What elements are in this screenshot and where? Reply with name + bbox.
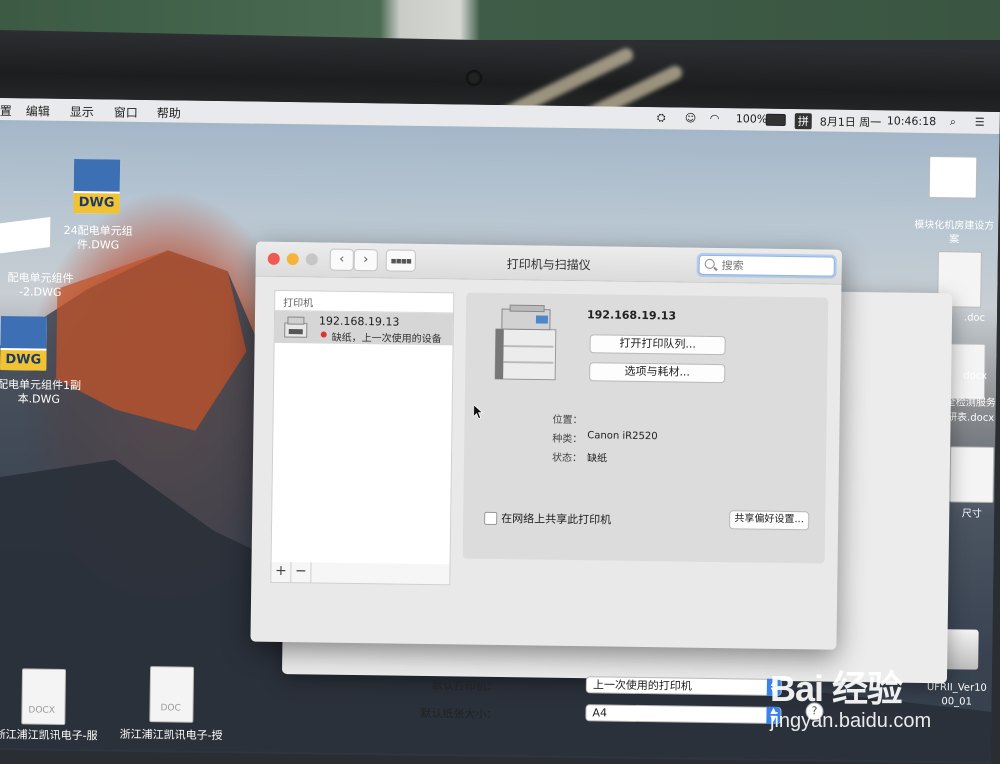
- desktop-file-label[interactable]: 配电单元组件 -2.DWG: [0, 271, 86, 300]
- file-name-line2: -2.DWG: [19, 285, 62, 299]
- menu-clock[interactable]: 10:46:18: [887, 114, 937, 128]
- menu-item-view[interactable]: 显示: [70, 103, 94, 120]
- document-thumbnail-icon[interactable]: [928, 155, 978, 199]
- docx-file-icon[interactable]: DOCX: [21, 668, 67, 725]
- qq-icon[interactable]: ☺: [685, 112, 697, 125]
- printer-list-toolbar: + −: [270, 561, 451, 586]
- location-label: 位置：: [552, 414, 583, 427]
- wifi-icon[interactable]: ◠: [710, 112, 720, 125]
- dwg-file-icon[interactable]: DWG: [73, 159, 121, 214]
- menu-item-window[interactable]: 窗口: [114, 104, 138, 121]
- printer-list[interactable]: 打印机 192.168.19.13 缺纸，上一次使用的设备: [270, 289, 455, 567]
- mouse-cursor: [473, 404, 484, 419]
- search-icon: [704, 258, 715, 269]
- kind-label: 种类：: [552, 433, 583, 446]
- file-thumbnail: [0, 316, 47, 349]
- creative-cloud-icon[interactable]: ⛭: [657, 111, 666, 125]
- watermark-url: jingyan.baidu.com: [770, 710, 932, 732]
- printers-scanners-window: ‹ › ▪▪▪▪ 打印机与扫描仪 打印机 192.168.19.13: [250, 241, 842, 724]
- desktop-file-label[interactable]: docx: [954, 369, 996, 384]
- printer-detail-pane: 192.168.19.13 打开打印队列... 选项与耗材... 位置： 种类：…: [462, 292, 829, 564]
- spotlight-search-icon[interactable]: ⌕: [950, 115, 956, 129]
- desktop-file-label[interactable]: 配电单元组件1副 本.DWG: [0, 378, 86, 407]
- search-field[interactable]: [698, 254, 835, 277]
- file-type-label: DWG: [0, 350, 47, 371]
- desktop-file-label[interactable]: 浙江浦江凯讯电子-服: [0, 728, 101, 744]
- webcam: [466, 70, 482, 86]
- file-name-line1: 配电单元组件1副: [0, 377, 82, 393]
- dwg-file-icon[interactable]: DWG: [0, 316, 47, 371]
- printer-name: 192.168.19.13: [318, 314, 400, 329]
- desktop-file-label[interactable]: 浙江浦江凯讯电子-授: [116, 728, 226, 744]
- menu-date[interactable]: 8月1日 周一: [820, 113, 882, 130]
- open-print-queue-button[interactable]: 打开打印队列...: [589, 334, 726, 356]
- selected-printer-name: 192.168.19.13: [586, 308, 677, 323]
- menu-item-help[interactable]: 帮助: [157, 104, 181, 121]
- file-type-label: DWG: [73, 193, 120, 214]
- sharing-preferences-button[interactable]: 共享偏好设置...: [729, 510, 810, 531]
- file-name-line1: 24配电单元组: [63, 223, 133, 238]
- battery-percent[interactable]: 100%: [736, 112, 768, 125]
- window-titlebar[interactable]: ‹ › ▪▪▪▪ 打印机与扫描仪: [255, 241, 842, 285]
- default-printer-select[interactable]: 上一次使用的打印机 ▲ ▼: [585, 676, 782, 696]
- notification-center-icon[interactable]: ☰: [975, 116, 985, 129]
- default-printer-value: 上一次使用的打印机: [592, 678, 692, 693]
- desktop-file-label[interactable]: 24配电单元组 件.DWG: [50, 224, 146, 253]
- file-thumbnail: [73, 159, 121, 192]
- desktop-file-label[interactable]: 全检测服务: [946, 396, 996, 411]
- printer-list-header: 打印机: [275, 290, 454, 314]
- remove-printer-button[interactable]: −: [291, 562, 312, 583]
- printer-icon: [284, 316, 308, 338]
- file-type-label: DOC: [160, 703, 181, 714]
- default-paper-value: A4: [592, 706, 608, 720]
- file-name-line2: 本.DWG: [17, 392, 61, 406]
- menu-item-edit[interactable]: 编辑: [26, 102, 50, 119]
- doc-file-icon[interactable]: [949, 446, 995, 503]
- search-input[interactable]: [719, 257, 832, 276]
- watermark-logo: Bai 经验: [770, 668, 903, 709]
- file-type-label: DOCX: [28, 705, 55, 716]
- desktop-file-label[interactable]: 尺寸: [949, 507, 994, 522]
- doc-file-icon[interactable]: DOC: [149, 666, 195, 723]
- file-name-line1: 配电单元组件: [7, 271, 74, 286]
- battery-icon[interactable]: [765, 113, 786, 126]
- default-printer-label: 默认打印机：: [431, 679, 498, 694]
- status-dot: [320, 331, 327, 338]
- file-name-line2: 件.DWG: [76, 238, 120, 252]
- input-method-indicator[interactable]: 拼: [794, 113, 812, 130]
- options-supplies-button[interactable]: 选项与耗材...: [589, 362, 726, 384]
- desktop-file-label[interactable]: .doc: [952, 311, 997, 326]
- printer-status: 缺纸，上一次使用的设备: [331, 332, 442, 346]
- printer-large-icon: [494, 304, 557, 381]
- printer-list-item[interactable]: 192.168.19.13 缺纸，上一次使用的设备: [274, 310, 454, 346]
- desktop-file-label[interactable]: 研表.docx: [946, 411, 996, 426]
- default-paper-label: 默认纸张大小：: [420, 706, 498, 722]
- kind-value: Canon iR2520: [587, 430, 658, 443]
- default-paper-select[interactable]: A4 ▲ ▼: [585, 704, 782, 724]
- status-value: 缺纸: [586, 453, 608, 465]
- add-printer-button[interactable]: +: [271, 561, 292, 583]
- status-label: 状态：: [551, 452, 583, 465]
- menu-item-file[interactable]: 置: [0, 102, 12, 119]
- share-printer-label[interactable]: 在网络上共享此打印机: [501, 510, 611, 528]
- share-printer-checkbox[interactable]: [484, 511, 498, 525]
- baidu-jingyan-watermark: Bai 经验 jingyan.baidu.com: [770, 660, 1000, 740]
- desktop-file-label[interactable]: 模块化机房建设方案: [910, 219, 998, 248]
